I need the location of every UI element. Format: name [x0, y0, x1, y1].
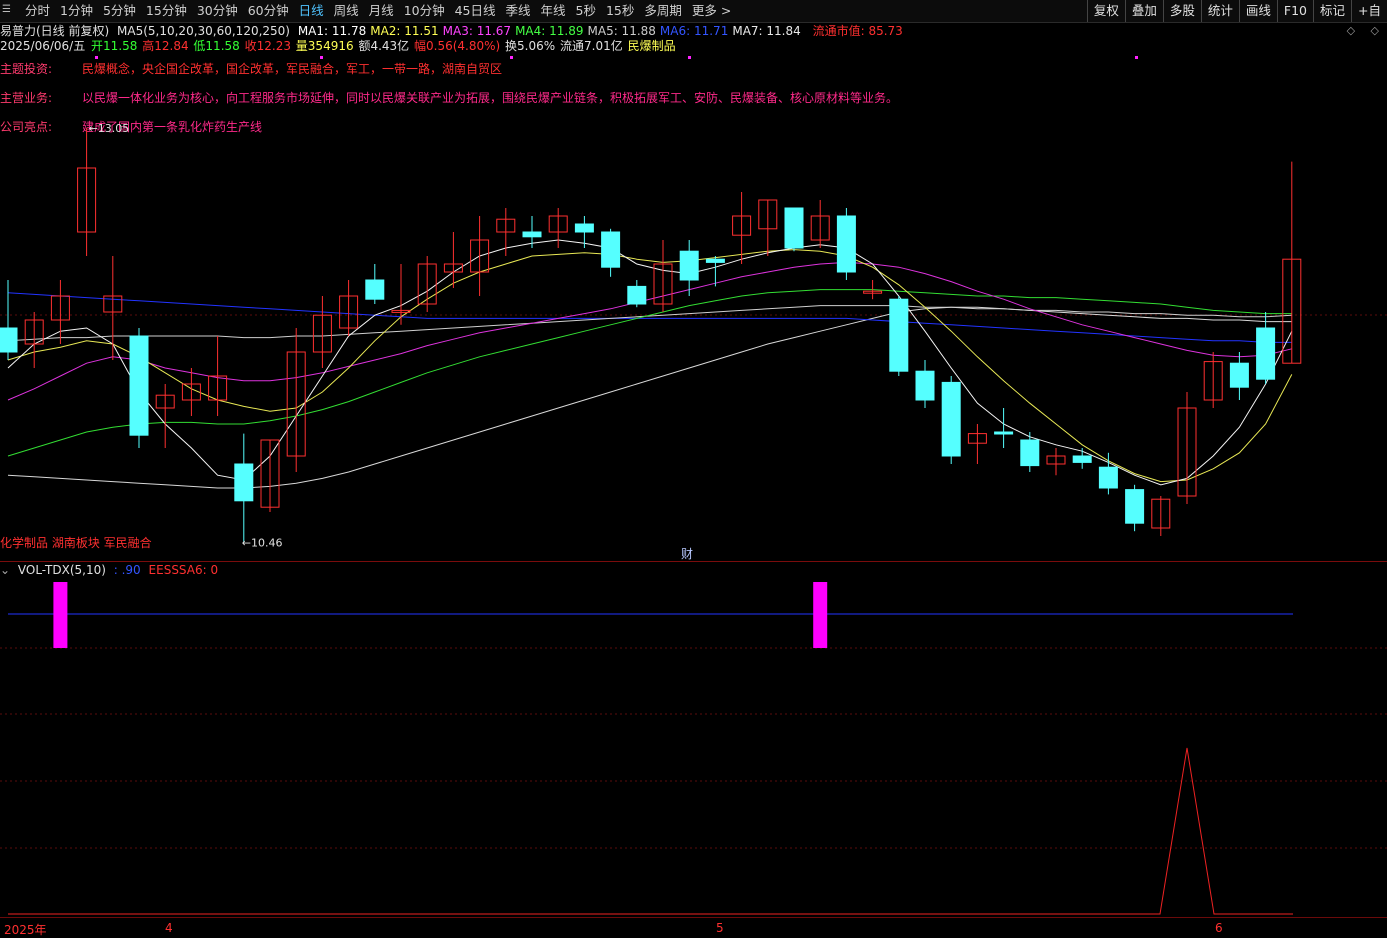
candle-body-24: [627, 285, 647, 305]
candle-body-36: [941, 381, 961, 457]
candle-body-30: [784, 207, 804, 249]
collapse-icon[interactable]: ⌄: [0, 563, 10, 577]
signal-dot-2: [510, 56, 513, 59]
signal-dot-3: [688, 56, 691, 59]
financial-report-marker[interactable]: 财: [681, 545, 693, 562]
date-label-year: 2025年: [4, 923, 47, 937]
date-axis: 2025年 4 5 6: [0, 917, 1387, 937]
candle-body-32: [836, 215, 856, 273]
candle-body-20: [522, 231, 542, 238]
event-bar-0: [53, 582, 68, 648]
ma1-line: [7, 239, 1293, 486]
kline-chart[interactable]: ←13.05 ←10.46: [0, 0, 1387, 935]
volume-header: ⌄ VOL-TDX(5,10) : .90 EESSSA6: 0: [0, 562, 222, 578]
volume-value2: EESSSA6: 0: [148, 563, 219, 577]
candle-body-48: [1256, 327, 1276, 380]
volume-title[interactable]: VOL-TDX(5,10): [18, 563, 106, 577]
candle-body-23: [601, 231, 621, 268]
candle-body-9: [234, 463, 254, 502]
candle-body-43: [1125, 489, 1145, 524]
candle-body-26: [679, 250, 699, 281]
candle-body-42: [1098, 466, 1118, 489]
event-bar-1: [813, 582, 828, 648]
candle-body-38: [994, 431, 1014, 435]
candle-body-41: [1072, 455, 1092, 463]
ma5-line: [7, 305, 1292, 342]
low-price-marker: ←10.46: [242, 536, 283, 549]
candle-body-34: [889, 298, 909, 372]
ma2-line: [7, 249, 1293, 483]
volume-value1: : .90: [113, 563, 141, 577]
candle-body-0: [0, 327, 18, 353]
high-price-marker: ←13.05: [89, 122, 130, 135]
ma3-line: [7, 261, 1292, 401]
candle-body-14: [365, 279, 385, 300]
indicator-line: [8, 747, 1293, 915]
candle-body-35: [915, 370, 935, 401]
candle-body-5: [129, 335, 149, 436]
date-label-may: 5: [716, 921, 724, 935]
signal-dot-1: [320, 56, 323, 59]
concept-tags[interactable]: 化学制品 湖南板块 军民融合: [0, 534, 152, 551]
signal-dot-4: [1135, 56, 1138, 59]
date-label-jun: 6: [1215, 921, 1223, 935]
candle-body-22: [574, 223, 594, 233]
candle-body-39: [1020, 439, 1040, 467]
signal-dot-0: [95, 56, 98, 59]
date-label-apr: 4: [165, 921, 173, 935]
candle-body-27: [705, 258, 725, 263]
candle-body-47: [1229, 362, 1249, 388]
